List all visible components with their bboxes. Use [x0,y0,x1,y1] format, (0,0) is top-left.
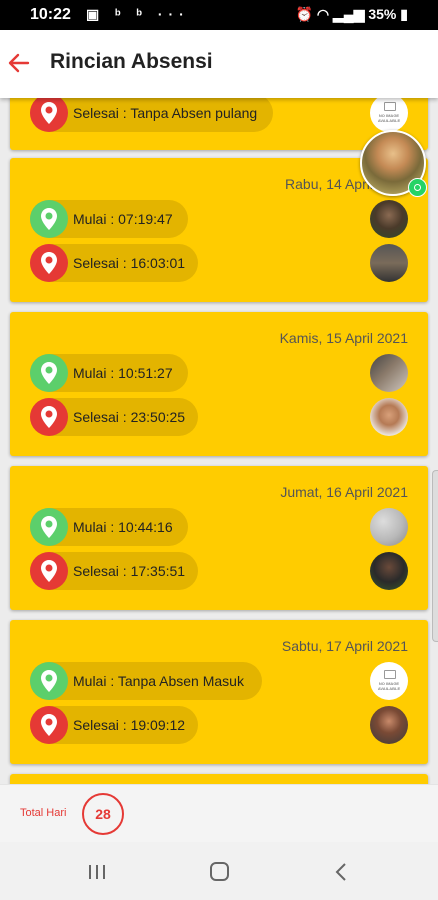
location-pin-icon [30,354,68,392]
location-pin-icon [30,552,68,590]
attendance-card: Selesai : Tanpa Absen pulang NO IMAGE AV… [10,98,428,150]
total-days-count: 28 [82,793,124,835]
status-bar: 10:22 ▣ ᵇ ᵇ ··· ⏰ ◠ ▂▄▆ 35% ▮ [0,0,438,30]
end-time-pill: Selesai : 16:03:01 [30,244,198,282]
start-time-pill: Mulai : 10:44:16 [30,508,188,546]
end-time-pill: Selesai : Tanpa Absen pulang [30,98,273,132]
location-pin-icon [30,98,68,132]
system-nav-bar [0,842,438,900]
attendance-date: Jumat, 16 April 2021 [280,484,408,500]
alarm-icon: ⏰ [295,6,314,22]
total-days-label: Total Hari [20,807,67,819]
start-selfie-photo[interactable] [370,354,408,392]
home-icon[interactable] [204,858,234,886]
end-time-text: Selesai : 17:35:51 [73,563,186,579]
start-selfie-photo[interactable] [370,200,408,238]
battery-percent: 35% [368,6,397,22]
location-pin-icon [30,706,68,744]
back-arrow-icon[interactable] [6,50,32,76]
total-days-bar: Total Hari 28 [0,784,438,843]
end-selfie-photo[interactable] [370,552,408,590]
start-time-text: Mulai : 10:44:16 [73,519,173,535]
start-selfie-photo[interactable] [370,508,408,546]
start-time-pill: Mulai : Tanpa Absen Masuk [30,662,262,700]
end-time-pill: Selesai : 19:09:12 [30,706,198,744]
back-nav-icon[interactable] [327,858,357,886]
attendance-list[interactable]: Selesai : Tanpa Absen pulang NO IMAGE AV… [0,98,438,784]
attendance-card: Sabtu, 17 April 2021 Mulai : Tanpa Absen… [10,620,428,764]
wifi-icon: ◠ [316,6,330,22]
end-selfie-photo[interactable] [370,244,408,282]
attendance-date: Sabtu, 17 April 2021 [281,638,408,654]
start-time-text: Mulai : 07:19:47 [73,211,173,227]
location-pin-icon [30,662,68,700]
status-right: ⏰ ◠ ▂▄▆ 35% ▮ [296,6,408,23]
app-bar: Rincian Absensi [0,30,438,98]
start-time-text: Mulai : Tanpa Absen Masuk [73,673,244,689]
end-selfie-photo[interactable] [370,706,408,744]
end-selfie-photo[interactable] [370,398,408,436]
end-time-pill: Selesai : 23:50:25 [30,398,198,436]
attendance-card: Kamis, 15 April 2021 Mulai : 10:51:27 Se… [10,312,428,456]
end-time-text: Selesai : 16:03:01 [73,255,186,271]
signal-icon: ▂▄▆ [333,6,365,22]
location-pin-icon [30,200,68,238]
page-title: Rincian Absensi [50,50,213,73]
location-pin-icon [30,398,68,436]
start-time-pill: Mulai : 07:19:47 [30,200,188,238]
location-pin-icon [30,508,68,546]
end-time-text: Selesai : 19:09:12 [73,717,186,733]
location-pin-icon [30,244,68,282]
notification-icons: ▣ ᵇ ᵇ ··· [86,6,190,22]
status-time: 10:22 [30,6,71,23]
no-image-text: NO IMAGE AVAILABLE [377,113,401,123]
start-time-text: Mulai : 10:51:27 [73,365,173,381]
camera-icon [384,102,396,111]
end-time-text: Selesai : Tanpa Absen pulang [73,105,258,121]
attendance-card: Jumat, 16 April 2021 Mulai : 10:44:16 Se… [10,466,428,610]
no-image-placeholder[interactable]: NO IMAGE AVAILABLE [370,98,408,132]
start-time-pill: Mulai : 10:51:27 [30,354,188,392]
no-image-text: NO IMAGE AVAILABLE [377,681,401,691]
camera-icon [384,670,396,679]
recent-apps-icon[interactable] [82,858,112,886]
battery-icon: ▮ [400,6,408,22]
edge-panel-handle[interactable] [432,470,438,642]
attendance-card-partial [10,774,428,784]
attendance-date: Kamis, 15 April 2021 [279,330,408,346]
no-image-placeholder[interactable]: NO IMAGE AVAILABLE [370,662,408,700]
end-time-pill: Selesai : 17:35:51 [30,552,198,590]
end-time-text: Selesai : 23:50:25 [73,409,186,425]
whatsapp-icon[interactable] [408,178,427,197]
